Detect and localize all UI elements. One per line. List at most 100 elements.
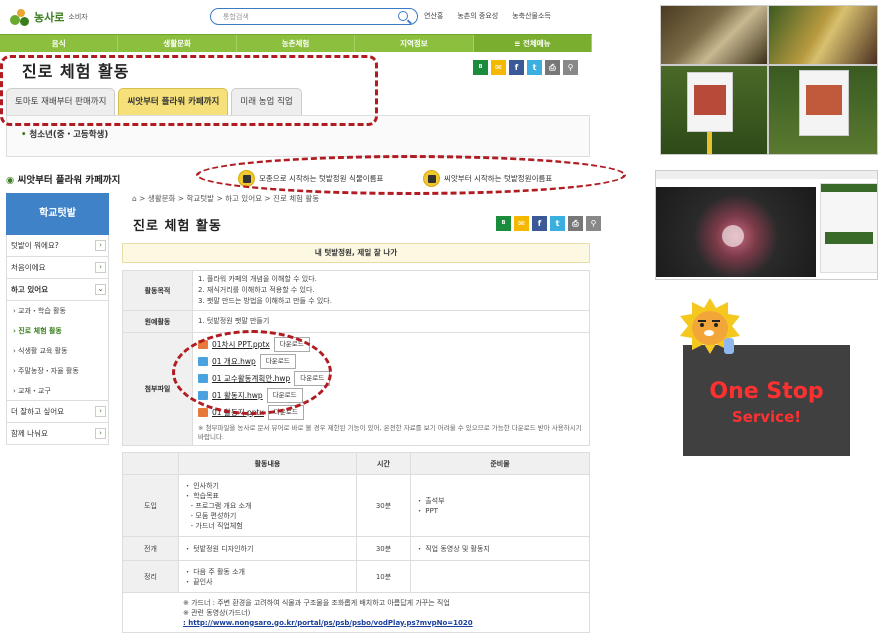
sidebar-item-label: 함께 나눠요 [11, 429, 48, 438]
top-link[interactable]: 연산홍 [424, 11, 443, 21]
note: ※ 가드너 : 주변 환경을 고려하여 식물과 구조물을 조화롭게 배치하고 아… [183, 598, 450, 607]
highlight-annotation [0, 55, 378, 126]
files-note: ※ 첨부파일을 농사로 문서 뷰어로 바로 볼 경우 제한된 기능이 있어, 온… [198, 424, 582, 441]
activity-cell: ・ 다음 주 활동 소개 ・ 끝인사 [178, 560, 357, 593]
logo-subtitle: 소비자 [68, 13, 88, 21]
twitter-share-icon[interactable]: t [527, 60, 542, 75]
blank-header [122, 452, 179, 475]
goal-header: 활동목적 [122, 270, 193, 311]
section-title: ◉ 씨앗부터 플라워 카페까지 [6, 175, 121, 186]
promo-line1: One Stop [709, 379, 824, 404]
stage-label: 도입 [122, 474, 179, 537]
site-logo[interactable]: 농사로 소비자 [8, 6, 108, 28]
link-copy-icon[interactable]: ⚲ [563, 60, 578, 75]
sidebar-sub-materials[interactable]: › 교재・교구 [6, 381, 109, 401]
nav-item-farm-experience[interactable]: 농촌체험 [237, 35, 356, 52]
time-cell: 10분 [356, 560, 411, 593]
activity-plan-table: 활동내용 시간 준비물 도입 ・ 인사하기 ・ 학습목표 - 프로그램 개요 소… [122, 452, 590, 633]
video-info-panel [820, 183, 877, 273]
materials-cell: ・ 직업 동영상 및 활동지 [410, 536, 590, 561]
audience-text: • 청소년(중・고등학생) [21, 130, 109, 140]
browser-bar [656, 171, 877, 179]
sidebar-sub-weekend[interactable]: › 주말농장・자율 활동 [6, 361, 109, 381]
main-nav: 음식 생활문화 농촌체험 지역정보 ≡ 전체메뉴 [0, 34, 593, 52]
kakao-share-icon[interactable]: ✉ [514, 216, 529, 231]
ppt-file-icon [198, 408, 208, 417]
leaf-logo-icon [8, 7, 30, 27]
sidebar-item-beginner[interactable]: 처음이에요 › [6, 257, 109, 279]
video-link[interactable]: http://www.nongsaro.go.kr/portal/ps/psb/… [188, 619, 472, 627]
sidebar-sub-career[interactable]: › 진로 체험 활동 [6, 321, 109, 341]
nav-item-region[interactable]: 지역정보 [355, 35, 474, 52]
goal-cell: 1. 플라워 카페의 개념을 이해할 수 있다. 2. 재식거리를 이해하고 적… [192, 270, 590, 311]
sign-board [687, 72, 733, 132]
sidebar-item-doing[interactable]: 하고 있어요 ⌄ [6, 279, 109, 301]
band-share-icon[interactable]: B [473, 60, 488, 75]
photo-plant-labels [768, 5, 878, 65]
lion-character-icon [676, 296, 744, 364]
sidebar-item-share[interactable]: 함께 나눠요 › [6, 423, 109, 445]
facebook-share-icon[interactable]: f [532, 216, 547, 231]
garden-header: 원예활동 [122, 310, 193, 333]
search-input[interactable]: 통합검색 [210, 8, 418, 25]
top-link[interactable]: 농촌의 중요성 [457, 11, 498, 21]
band-share-icon[interactable]: B [496, 216, 511, 231]
sign-stake [707, 132, 712, 154]
nav-item-all-menu[interactable]: ≡ 전체메뉴 [473, 35, 593, 52]
search-placeholder: 통합검색 [223, 12, 249, 21]
twitter-share-icon[interactable]: t [550, 216, 565, 231]
breadcrumb: ⌂ > 생활문화 > 학교텃밭 > 하고 있어요 > 진로 체험 활동 [132, 194, 320, 203]
print-icon[interactable]: ⎙ [545, 60, 560, 75]
sidebar-item-label: 처음이에요 [11, 263, 46, 272]
stage-label: 전개 [122, 536, 179, 561]
promo-line2: Service! [731, 408, 802, 426]
search-icon[interactable] [398, 11, 408, 21]
video-player[interactable] [656, 187, 816, 277]
sidebar: 학교텃밭 텃밭이 뭐에요? › 처음이에요 › 하고 있어요 ⌄ › 교과・학습 활동… [6, 193, 109, 445]
sidebar-item-what[interactable]: 텃밭이 뭐에요? › [6, 235, 109, 257]
chevron-right-icon: › [95, 406, 106, 417]
sign-board [799, 70, 849, 136]
time-cell: 30분 [356, 474, 411, 537]
nav-item-culture[interactable]: 생활문화 [118, 35, 237, 52]
top-links: 연산홍 농촌의 중요성 농축산물소득 [424, 11, 551, 21]
print-icon[interactable]: ⎙ [568, 216, 583, 231]
share-bar: B ✉ f t ⎙ ⚲ [496, 216, 601, 231]
play-icon[interactable] [722, 225, 744, 247]
kakao-share-icon[interactable]: ✉ [491, 60, 506, 75]
sidebar-item-label: 더 잘하고 싶어요 [11, 407, 65, 416]
materials-cell [410, 560, 590, 593]
chevron-right-icon: › [95, 240, 106, 251]
stage-label: 정리 [122, 560, 179, 593]
link-copy-icon[interactable]: ⚲ [586, 216, 601, 231]
activity-banner: 내 텃밭정원, 제일 잘 나가 [122, 243, 590, 263]
chevron-down-icon: ⌄ [95, 284, 106, 295]
photo-garden-sign-2 [768, 65, 878, 155]
top-link[interactable]: 농축산물소득 [512, 11, 551, 21]
share-bar: B ✉ f t ⎙ ⚲ [473, 60, 578, 75]
sidebar-item-label: 하고 있어요 [11, 285, 49, 294]
activity-cell: ・ 인사하기 ・ 학습목표 - 프로그램 개요 소개 - 모둠 편성하기 - 가… [178, 474, 357, 537]
sidebar-sub-diet[interactable]: › 식생활 교육 활동 [6, 341, 109, 361]
sidebar-sub-curriculum[interactable]: › 교과・학습 활동 [6, 301, 109, 321]
highlight-annotation [196, 155, 626, 195]
video-screenshot [655, 170, 878, 280]
facebook-share-icon[interactable]: f [509, 60, 524, 75]
sidebar-header: 학교텃밭 [6, 193, 109, 235]
photo-garden-sign-1 [660, 65, 768, 155]
nav-item-food[interactable]: 음식 [0, 35, 119, 52]
sidebar-item-better[interactable]: 더 잘하고 싶어요 › [6, 401, 109, 423]
content-header: 활동내용 [178, 452, 357, 475]
content-title: 진로 체험 활동 [133, 219, 222, 234]
time-header: 시간 [356, 452, 411, 475]
chevron-right-icon: › [95, 428, 106, 439]
activity-cell: ・ 텃밭정원 디자인하기 [178, 536, 357, 561]
chevron-right-icon: › [95, 262, 106, 273]
materials-cell: ・ 출석부 ・ PPT [410, 474, 590, 537]
time-cell: 30분 [356, 536, 411, 561]
photo-seed-packets [660, 5, 768, 65]
logo-text: 농사로 [34, 11, 65, 24]
sidebar-item-label: 텃밭이 뭐에요? [11, 241, 59, 250]
highlight-annotation [172, 330, 332, 415]
note: ※ 관련 동영상(가드너) [183, 608, 251, 617]
